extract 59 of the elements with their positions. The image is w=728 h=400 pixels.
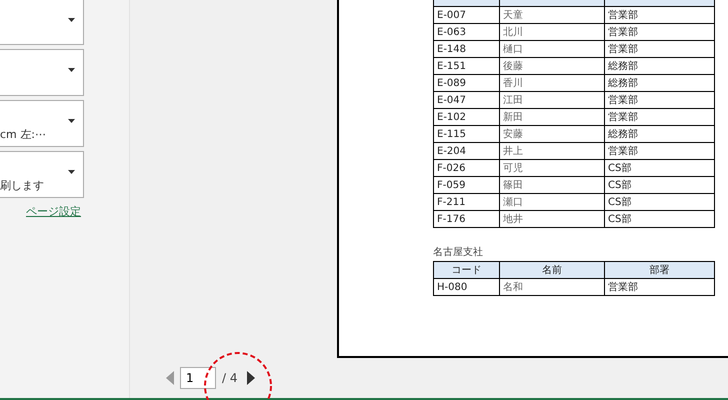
table-cell: 営業部 [604, 24, 714, 40]
dropdown[interactable] [0, 0, 84, 45]
table-cell: E-148 [434, 40, 500, 58]
page-setup-link[interactable]: ページ設定 [26, 204, 81, 219]
table-cell: 営業部 [604, 108, 714, 126]
table-cell: E-115 [434, 126, 500, 142]
table-cell: 営業部 [604, 92, 714, 108]
table-cell: 地井 [500, 210, 604, 228]
column-header: 名前 [500, 262, 604, 278]
table-cell: E-204 [434, 142, 500, 160]
caret-icon [68, 18, 75, 22]
table-cell: 篠田 [500, 176, 604, 194]
table-cell: F-211 [434, 194, 500, 210]
table-cell: CS部 [604, 176, 714, 194]
table-cell: 営業部 [604, 40, 714, 58]
table-cell: 営業部 [604, 278, 714, 296]
table-cell: 香川 [500, 74, 604, 92]
dropdown[interactable]: cm 左:⋯ [0, 100, 84, 147]
table-cell: 後藤 [500, 58, 604, 74]
table-cell: E-089 [434, 74, 500, 92]
table-cell: E-063 [434, 24, 500, 40]
table-cell: 営業部 [604, 142, 714, 160]
next-page-icon[interactable] [246, 371, 254, 385]
table-cell: 総務部 [604, 58, 714, 74]
table-cell: 天童 [500, 6, 604, 24]
table-cell: 井上 [500, 142, 604, 160]
caret-icon [68, 119, 75, 123]
caret-icon [68, 170, 75, 174]
table-cell: 営業部 [604, 6, 714, 24]
table-cell: 総務部 [604, 74, 714, 92]
previous-page-icon[interactable] [166, 371, 174, 385]
page-count: / 4 [222, 371, 238, 385]
column-header: コード [434, 262, 500, 278]
table-cell: 安藤 [500, 126, 604, 142]
table-cell: 可児 [500, 160, 604, 176]
section-title: 名古屋支社 [433, 246, 484, 259]
table-cell: E-151 [434, 58, 500, 74]
table-cell: F-176 [434, 210, 500, 228]
table-cell: 北川 [500, 24, 604, 40]
table-cell: CS部 [604, 194, 714, 210]
dropdown[interactable] [0, 49, 84, 96]
table-cell: CS部 [604, 210, 714, 228]
table-cell: H-080 [434, 278, 500, 296]
table-cell: 総務部 [604, 126, 714, 142]
table-cell: 樋口 [500, 40, 604, 58]
table-cell: F-026 [434, 160, 500, 176]
table-cell: F-059 [434, 176, 500, 194]
table-cell: 新田 [500, 108, 604, 126]
table-cell: 名和 [500, 278, 604, 296]
table-cell: E-007 [434, 6, 500, 24]
dropdown[interactable]: 刷します [0, 151, 84, 198]
column-header: 部署 [604, 262, 714, 278]
caret-icon [68, 68, 75, 72]
table-cell: 瀬口 [500, 194, 604, 210]
table-cell: CS部 [604, 160, 714, 176]
page-number-field[interactable]: 1 [180, 367, 216, 389]
table-cell: E-102 [434, 108, 500, 126]
table-cell: 江田 [500, 92, 604, 108]
table-cell: E-047 [434, 92, 500, 108]
